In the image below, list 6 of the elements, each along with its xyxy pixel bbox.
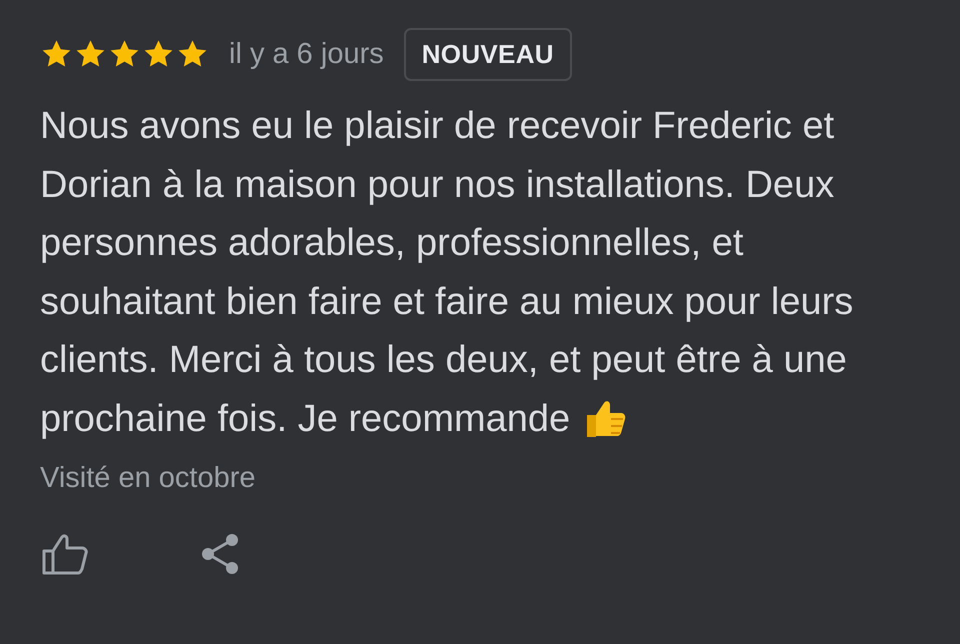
review-time: il y a 6 jours bbox=[229, 38, 384, 71]
review-text: Nous avons eu le plaisir de recevoir Frederic et Dorian à la maison pour nos installations. Deux personnes adorables, professionnelles, et souhaitant bien faire et faire au mieux pour leurs clients. Merci à tous les deux, et peut être à une prochaine fois. Je recommande bbox=[40, 104, 854, 442]
like-icon[interactable] bbox=[42, 533, 88, 575]
share-icon[interactable] bbox=[200, 533, 240, 575]
visit-date: Visité en octobre bbox=[40, 462, 256, 495]
new-badge: NOUVEAU bbox=[404, 28, 572, 81]
